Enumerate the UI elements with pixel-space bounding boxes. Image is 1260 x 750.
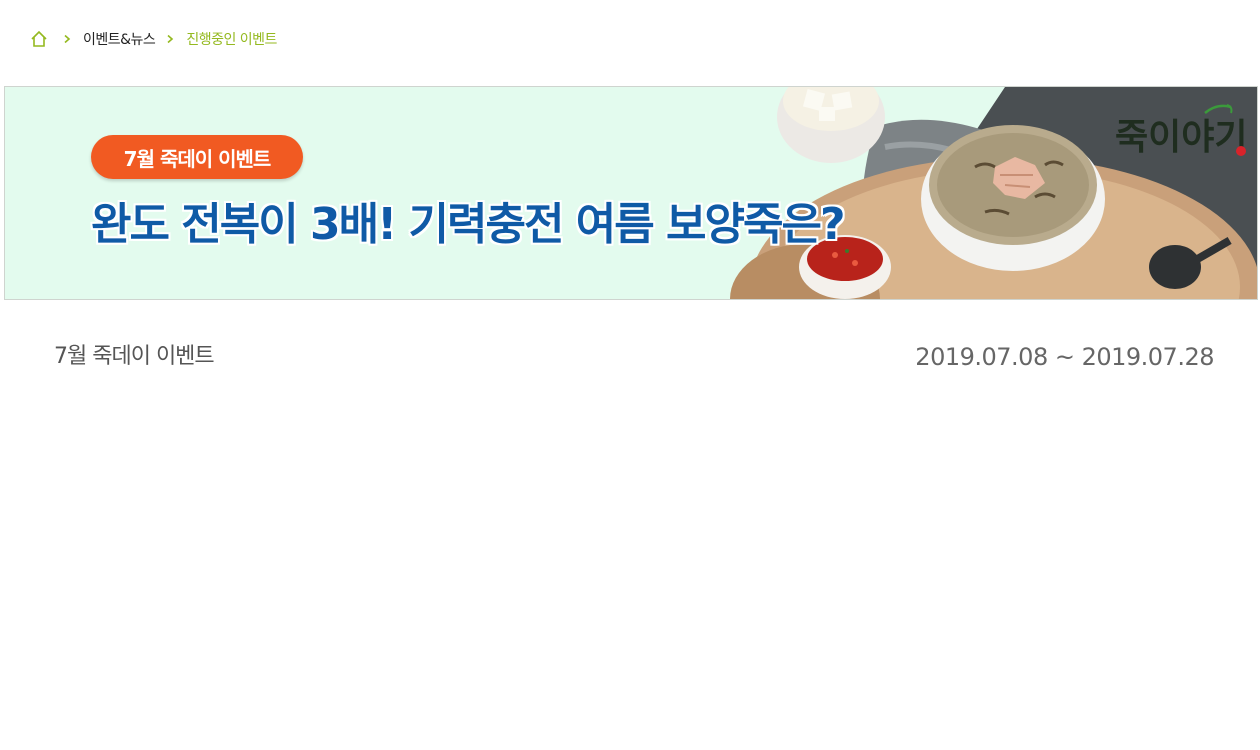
brand-logo-image: 죽이야기 <box>1115 104 1247 157</box>
event-banner[interactable]: 7월 죽데이 이벤트 완도 전복이 3배! 기력충전 여름 보양죽은? 죽이야기 <box>4 86 1258 300</box>
brand-logo-text: 죽이야기 <box>1115 117 1247 157</box>
event-detail-page: 이벤트&뉴스 진행중인 이벤트 7월 죽데이 이벤트 완도 전복이 3배! 기력… <box>0 0 1260 750</box>
event-title: 7월 죽데이 이벤트 <box>54 344 215 369</box>
home-icon[interactable] <box>30 30 48 48</box>
chevron-right-icon <box>165 34 175 44</box>
event-badge: 7월 죽데이 이벤트 <box>91 135 303 179</box>
chevron-right-icon <box>62 34 72 44</box>
breadcrumb-item-ongoing-events[interactable]: 진행중인 이벤트 <box>186 29 277 49</box>
breadcrumb: 이벤트&뉴스 진행중인 이벤트 <box>30 28 277 50</box>
event-period: 2019.07.08 ~ 2019.07.28 <box>915 343 1214 371</box>
banner-headline: 완도 전복이 3배! 기력충전 여름 보양죽은? <box>91 199 845 250</box>
breadcrumb-item-events-news[interactable]: 이벤트&뉴스 <box>83 29 156 49</box>
